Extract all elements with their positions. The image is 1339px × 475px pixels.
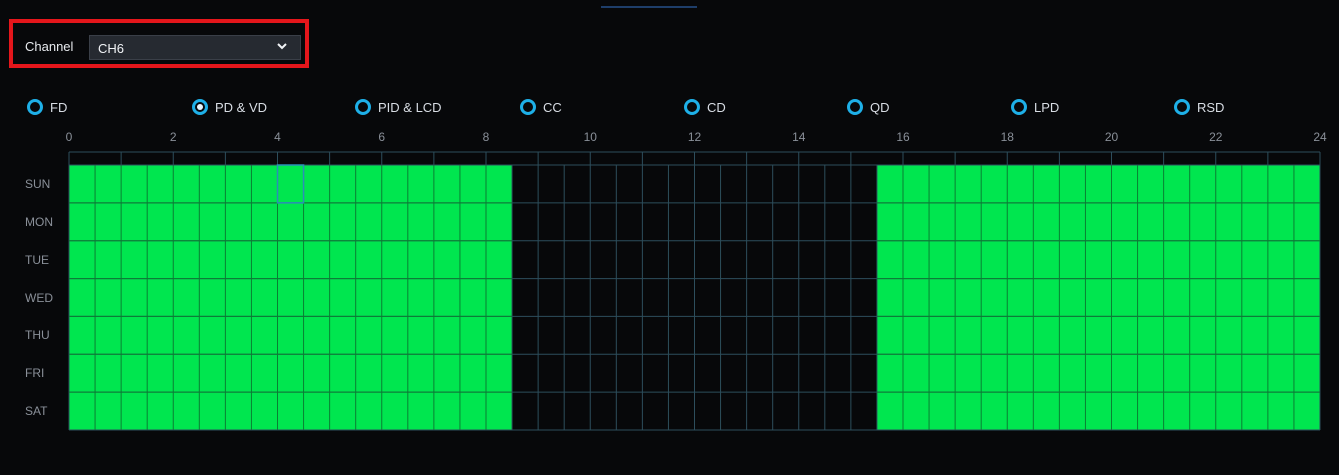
active-schedule-block [876, 165, 1320, 430]
schedule-grid[interactable] [0, 0, 1339, 475]
active-schedule-block [69, 165, 513, 430]
